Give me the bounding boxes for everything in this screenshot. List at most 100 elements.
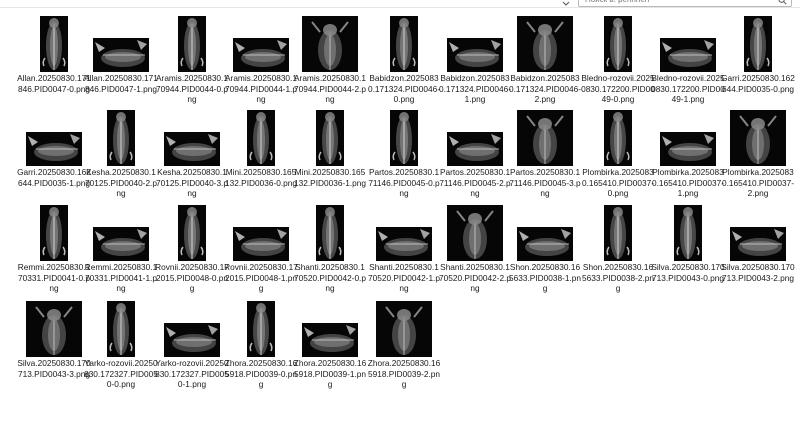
file-item[interactable]: Shon.20250830.165633.PID0038-1.png xyxy=(508,205,582,301)
file-name: Shon.20250830.165633.PID0038-2.png xyxy=(582,262,654,293)
file-name: Aramis.20250830.170944.PID0044-0.png xyxy=(156,73,228,104)
thumbnail-frame xyxy=(84,205,158,261)
file-item[interactable]: Plombirka.20250830.165410.PID0037-0.png xyxy=(581,110,655,206)
file-item[interactable]: Aramis.20250830.170944.PID0044-1.png xyxy=(224,16,298,112)
file-name: Yarko-rozovii.20250830.172327.PID0050-0.… xyxy=(84,358,158,389)
file-item[interactable]: Zhora.20250830.165918.PID0039-1.png xyxy=(293,301,367,397)
file-item[interactable]: Shanti.20250830.170520.PID0042-2.png xyxy=(438,205,512,301)
file-item[interactable]: Kesha.20250830.170125.PID0040-3.png xyxy=(155,110,229,206)
file-item[interactable]: Plombirka.20250830.165410.PID0037-1.png xyxy=(651,110,725,206)
file-name: Zhora.20250830.165918.PID0039-1.png xyxy=(293,358,367,389)
thumbnail-frame xyxy=(17,301,91,357)
thumbnail-frame xyxy=(17,16,91,72)
file-item[interactable]: Allan.20250830.171846.PID0047-1.png xyxy=(84,16,158,112)
file-item[interactable]: Babidzon.20250830.171324.PID0046-0.png xyxy=(367,16,441,112)
file-item[interactable]: Plombirka.20250830.165410.PID0037-2.png xyxy=(721,110,795,206)
file-item[interactable]: Garri.20250830.162644.PID0035-0.png xyxy=(721,16,795,112)
file-item[interactable]: Aramis.20250830.170944.PID0044-0.png xyxy=(155,16,229,112)
file-item[interactable]: Shanti.20250830.170520.PID0042-0.png xyxy=(293,205,367,301)
file-item[interactable]: Partos.20250830.171146.PID0045-3.png xyxy=(508,110,582,206)
xray-thumbnail xyxy=(604,205,632,261)
file-item[interactable]: Babidzon.20250830.171324.PID0046-1.png xyxy=(438,16,512,112)
file-item[interactable]: Garri.20250830.162644.PID0035-1.png xyxy=(17,110,91,206)
xray-thumbnail xyxy=(26,132,82,166)
file-name: Allan.20250830.171846.PID0047-0.png xyxy=(17,73,91,94)
xray-thumbnail xyxy=(93,227,149,261)
file-item[interactable]: Zhora.20250830.165918.PID0039-0.png xyxy=(224,301,298,397)
file-item[interactable]: Bledno-rozovii.20250830.172200.PID0049-1… xyxy=(651,16,725,112)
file-item[interactable]: Mini.20250830.165132.PID0036-1.png xyxy=(293,110,367,206)
file-item[interactable]: Silva.20250830.170713.PID0043-3.png xyxy=(17,301,91,397)
file-item[interactable]: Kesha.20250830.170125.PID0040-2.png xyxy=(84,110,158,206)
file-name: Babidzon.20250830.171324.PID0046-2.png xyxy=(509,73,581,104)
thumbnail-frame xyxy=(651,16,725,72)
file-item[interactable]: Zhora.20250830.165918.PID0039-2.png xyxy=(367,301,441,397)
file-item[interactable]: Babidzon.20250830.171324.PID0046-2.png xyxy=(508,16,582,112)
file-item[interactable]: Remmi.20250830.170331.PID0041-0.png xyxy=(17,205,91,301)
file-name: Garri.20250830.162644.PID0035-1.png xyxy=(17,167,91,188)
file-item[interactable]: Silva.20250830.170713.PID0043-2.png xyxy=(721,205,795,301)
xray-thumbnail xyxy=(517,110,573,166)
file-item[interactable]: Yarko-rozovii.20250830.172327.PID0050-1.… xyxy=(155,301,229,397)
file-name: Shanti.20250830.170520.PID0042-0.png xyxy=(294,262,366,293)
file-name: Kesha.20250830.170125.PID0040-2.png xyxy=(85,167,157,198)
file-item[interactable]: Aramis.20250830.170944.PID0044-2.png xyxy=(293,16,367,112)
file-item[interactable]: Shon.20250830.165633.PID0038-2.png xyxy=(581,205,655,301)
thumbnail-frame xyxy=(84,16,158,72)
thumbnail-frame xyxy=(17,205,91,261)
file-name: Rovnii.20250830.172015.PID0048-1.png xyxy=(224,262,298,293)
xray-thumbnail xyxy=(447,205,503,261)
xray-thumbnail xyxy=(302,323,358,357)
xray-thumbnail xyxy=(107,301,135,357)
file-item[interactable]: Partos.20250830.171146.PID0045-0.png xyxy=(367,110,441,206)
thumbnail-frame xyxy=(155,16,229,72)
xray-thumbnail xyxy=(247,301,275,357)
file-item[interactable]: Partos.20250830.171146.PID0045-2.png xyxy=(438,110,512,206)
xray-thumbnail xyxy=(730,110,786,166)
file-name: Shon.20250830.165633.PID0038-1.png xyxy=(509,262,581,293)
xray-thumbnail xyxy=(604,110,632,166)
thumbnail-frame xyxy=(367,110,441,166)
file-item[interactable]: Yarko-rozovii.20250830.172327.PID0050-0.… xyxy=(84,301,158,397)
file-item[interactable]: Shanti.20250830.170520.PID0042-1.png xyxy=(367,205,441,301)
file-item[interactable]: Rovnii.20250830.172015.PID0048-1.png xyxy=(224,205,298,301)
file-name: Plombirka.20250830.165410.PID0037-2.png xyxy=(722,167,794,198)
thumbnail-frame xyxy=(224,16,298,72)
xray-thumbnail xyxy=(376,301,432,357)
xray-thumbnail xyxy=(40,16,68,72)
file-item[interactable]: Silva.20250830.170713.PID0043-0.png xyxy=(651,205,725,301)
thumbnail-frame xyxy=(438,16,512,72)
file-name: Allan.20250830.171846.PID0047-1.png xyxy=(84,73,158,94)
thumbnail-frame xyxy=(155,301,229,357)
file-item[interactable]: Allan.20250830.171846.PID0047-0.png xyxy=(17,16,91,112)
thumbnail-frame xyxy=(651,205,725,261)
file-name: Silva.20250830.170713.PID0043-3.png xyxy=(17,358,91,379)
file-name: Aramis.20250830.170944.PID0044-1.png xyxy=(225,73,297,104)
file-name: Aramis.20250830.170944.PID0044-2.png xyxy=(294,73,366,104)
thumbnail-frame xyxy=(155,205,229,261)
xray-thumbnail xyxy=(233,227,289,261)
xray-thumbnail xyxy=(247,110,275,166)
file-grid: Allan.20250830.171846.PID0047-0.png Allan… xyxy=(0,0,800,421)
file-item[interactable]: Mini.20250830.165132.PID0036-0.png xyxy=(224,110,298,206)
xray-thumbnail xyxy=(376,227,432,261)
file-name: Partos.20250830.171146.PID0045-3.png xyxy=(509,167,581,198)
thumbnail-frame xyxy=(651,110,725,166)
file-name: Babidzon.20250830.171324.PID0046-1.png xyxy=(439,73,511,104)
xray-thumbnail xyxy=(447,38,503,72)
xray-thumbnail xyxy=(178,205,206,261)
file-item[interactable]: Remmi.20250830.170331.PID0041-1.png xyxy=(84,205,158,301)
xray-thumbnail xyxy=(390,16,418,72)
xray-thumbnail xyxy=(178,16,206,72)
file-item[interactable]: Rovnii.20250830.172015.PID0048-0.png xyxy=(155,205,229,301)
file-name: Shanti.20250830.170520.PID0042-1.png xyxy=(368,262,440,293)
file-name: Silva.20250830.170713.PID0043-2.png xyxy=(721,262,795,283)
file-item[interactable]: Bledno-rozovii.20250830.172200.PID0049-0… xyxy=(581,16,655,112)
file-name: Partos.20250830.171146.PID0045-0.png xyxy=(368,167,440,198)
xray-thumbnail xyxy=(447,132,503,166)
xray-thumbnail xyxy=(164,323,220,357)
xray-thumbnail xyxy=(517,16,573,72)
thumbnail-frame xyxy=(293,110,367,166)
file-name: Garri.20250830.162644.PID0035-0.png xyxy=(721,73,795,94)
thumbnail-frame xyxy=(367,16,441,72)
